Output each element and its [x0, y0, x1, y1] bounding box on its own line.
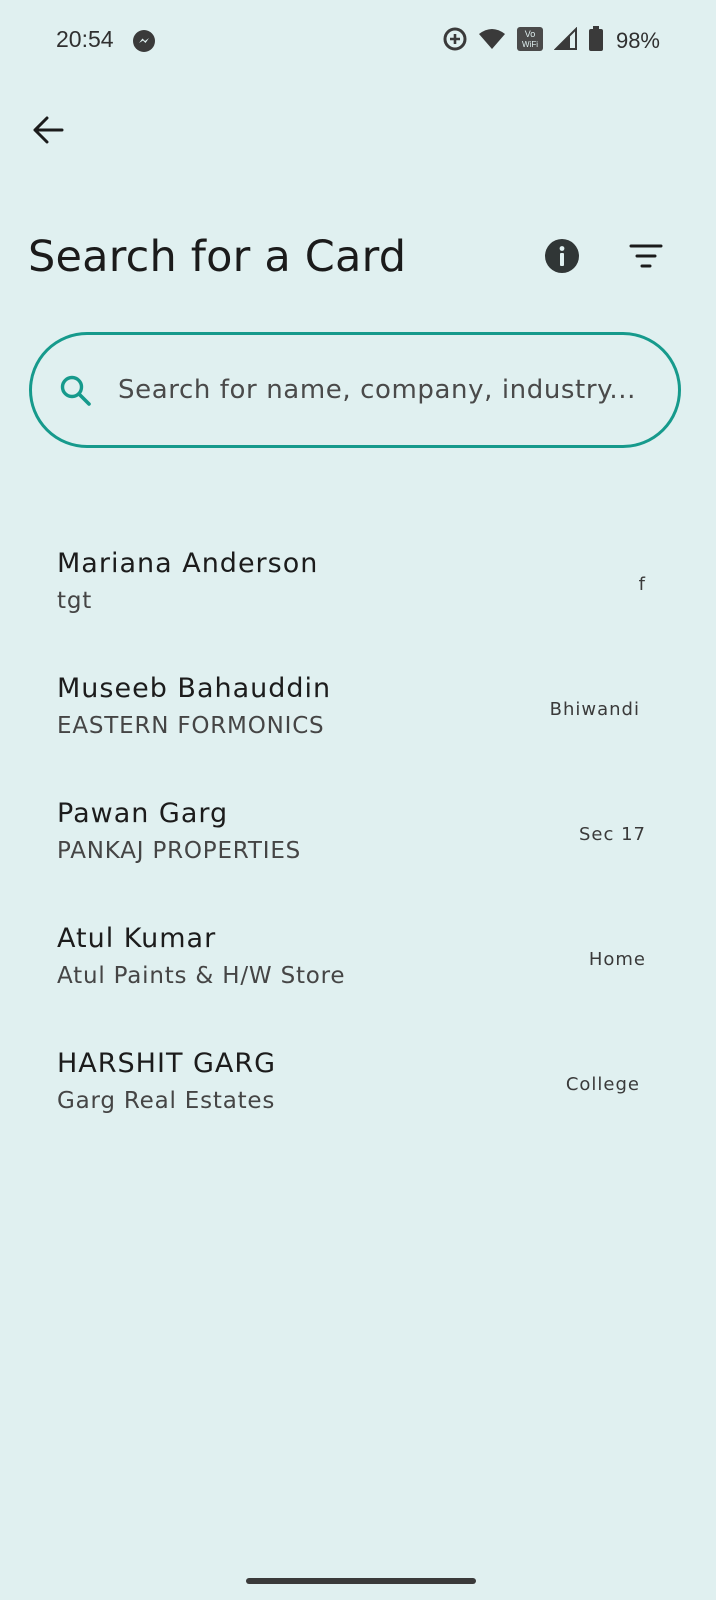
card-company: Atul Paints & H/W Store [57, 963, 346, 989]
battery-icon [588, 26, 604, 56]
card-company: PANKAJ PROPERTIES [57, 838, 302, 864]
search-input[interactable] [118, 365, 670, 415]
vowifi-icon: Vo WiFi [516, 26, 544, 56]
back-button[interactable] [26, 110, 70, 154]
search-box[interactable] [29, 332, 681, 448]
card-list: Mariana Anderson tgt f Museeb Bahauddin … [0, 530, 716, 1155]
home-indicator[interactable] [246, 1578, 476, 1584]
messenger-icon [131, 28, 157, 54]
vowifi-label-top: Vo [525, 29, 536, 39]
page-title: Search for a Card [28, 232, 407, 282]
card-name: Atul Kumar [57, 923, 217, 954]
card-tag: Bhiwandi [549, 699, 640, 720]
filter-icon [629, 243, 663, 273]
card-list-item[interactable]: Pawan Garg PANKAJ PROPERTIES Sec 17 [0, 780, 716, 905]
status-bar: 20:54 Vo WiFi 98% [0, 0, 716, 84]
card-company: EASTERN FORMONICS [57, 713, 325, 739]
card-tag: College [565, 1074, 640, 1095]
card-name: Pawan Garg [57, 798, 229, 829]
info-icon [544, 238, 580, 278]
card-name: Museeb Bahauddin [57, 673, 332, 704]
card-tag: f [638, 574, 646, 595]
card-company: tgt [57, 588, 93, 614]
vowifi-label-bottom: WiFi [522, 40, 538, 49]
card-tag: Home [588, 949, 646, 970]
card-list-item[interactable]: Atul Kumar Atul Paints & H/W Store Home [0, 905, 716, 1030]
card-list-item[interactable]: Museeb Bahauddin EASTERN FORMONICS Bhiwa… [0, 655, 716, 780]
card-list-item[interactable]: HARSHIT GARG Garg Real Estates College [0, 1030, 716, 1155]
card-name: HARSHIT GARG [57, 1048, 277, 1079]
card-name: Mariana Anderson [57, 548, 319, 579]
wifi-icon [478, 27, 506, 55]
card-list-item[interactable]: Mariana Anderson tgt f [0, 530, 716, 655]
signal-icon [553, 26, 578, 55]
status-icons: Vo WiFi 98% [442, 26, 660, 56]
data-saver-icon [442, 26, 468, 56]
card-tag: Sec 17 [578, 824, 646, 845]
arrow-back-icon [31, 115, 65, 149]
card-company: Garg Real Estates [57, 1088, 276, 1114]
info-button[interactable] [542, 238, 582, 278]
battery-percent: 98% [615, 28, 660, 53]
search-icon [58, 373, 94, 409]
filter-button[interactable] [624, 238, 668, 278]
status-time: 20:54 [56, 26, 114, 52]
